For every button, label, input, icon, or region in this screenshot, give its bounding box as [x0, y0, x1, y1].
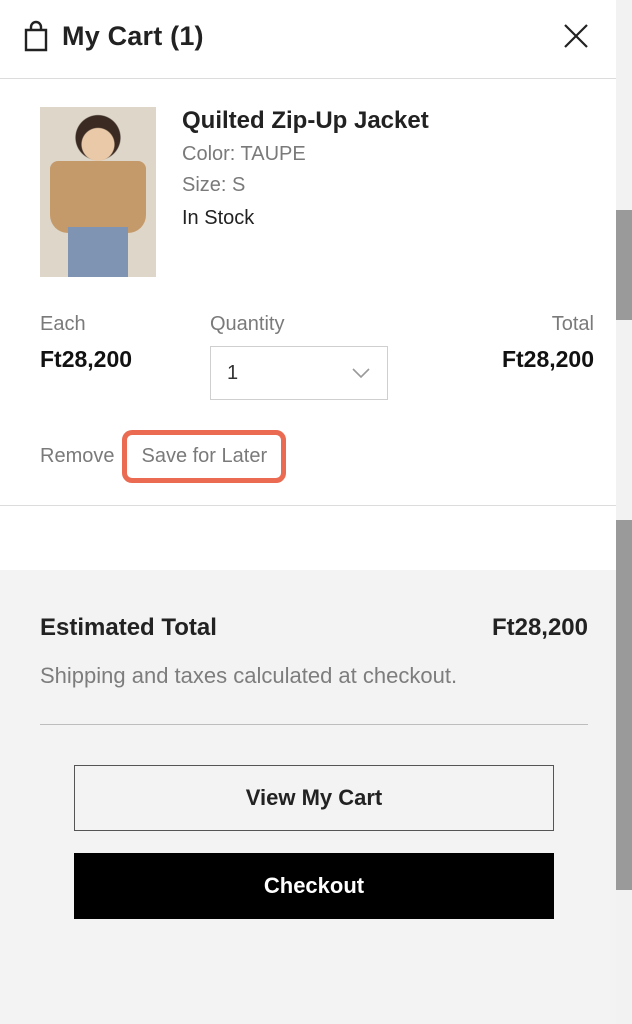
close-button[interactable]	[558, 18, 594, 54]
product-thumbnail[interactable]	[40, 107, 156, 277]
total-price: Ft28,200	[502, 346, 594, 373]
total-label: Total	[552, 313, 594, 336]
product-size: Size: S	[182, 174, 429, 197]
shipping-note: Shipping and taxes calculated at checkou…	[40, 660, 470, 692]
quantity-label: Quantity	[210, 313, 284, 336]
stock-status: In Stock	[182, 207, 429, 230]
cart-item: Quilted Zip-Up Jacket Color: TAUPE Size:…	[0, 79, 616, 505]
estimated-total-label: Estimated Total	[40, 614, 217, 642]
checkout-button[interactable]: Checkout	[74, 853, 554, 919]
estimated-total-row: Estimated Total Ft28,200	[40, 614, 588, 642]
product-name: Quilted Zip-Up Jacket	[182, 107, 429, 135]
each-label: Each	[40, 313, 210, 336]
divider	[40, 724, 588, 725]
close-icon	[562, 22, 590, 50]
total-column: Total Ft28,200	[430, 313, 594, 373]
estimated-total-value: Ft28,200	[492, 614, 588, 642]
shopping-bag-icon	[22, 20, 50, 52]
scrollbar-track[interactable]	[616, 0, 632, 1024]
remove-link[interactable]: Remove	[40, 445, 114, 468]
cart-panel: My Cart (1) Quilted Zip-Up Jacket Color:…	[0, 0, 616, 1024]
cart-header: My Cart (1)	[0, 0, 616, 78]
quantity-select[interactable]: 1	[210, 346, 388, 400]
divider	[0, 505, 616, 506]
cart-title: My Cart (1)	[62, 21, 204, 52]
chevron-down-icon	[351, 367, 371, 379]
view-cart-button[interactable]: View My Cart	[74, 765, 554, 831]
each-price: Ft28,200	[40, 346, 210, 373]
item-top: Quilted Zip-Up Jacket Color: TAUPE Size:…	[40, 107, 594, 277]
price-row: Each Ft28,200 Quantity 1 Total Ft28,200	[40, 313, 594, 400]
each-column: Each Ft28,200	[40, 313, 210, 373]
product-color: Color: TAUPE	[182, 143, 429, 166]
header-left: My Cart (1)	[22, 20, 204, 52]
item-actions: Remove Save for Later	[40, 430, 594, 483]
item-info: Quilted Zip-Up Jacket Color: TAUPE Size:…	[182, 107, 429, 277]
quantity-column: Quantity 1	[210, 313, 430, 400]
summary-section: Estimated Total Ft28,200 Shipping and ta…	[0, 570, 616, 1024]
quantity-value: 1	[227, 362, 238, 385]
save-for-later-link[interactable]: Save for Later	[122, 430, 286, 483]
